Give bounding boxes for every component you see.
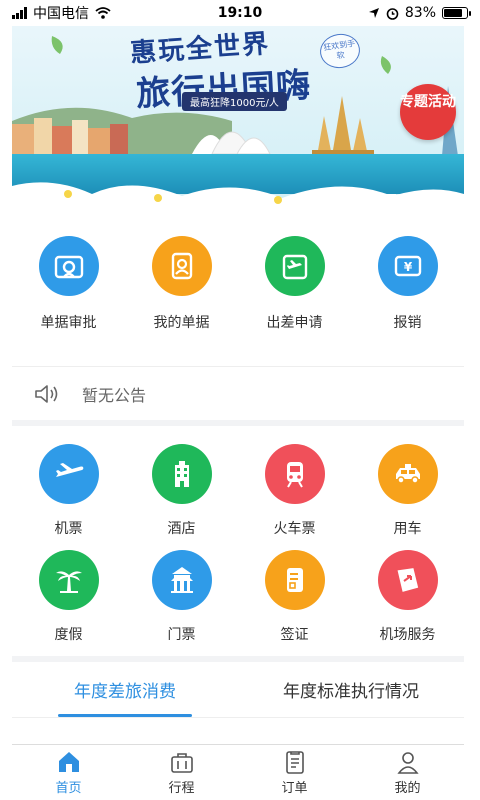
carrier-label: 中国电信 [33, 6, 89, 22]
banner-tag: 专题活动 [400, 84, 456, 140]
service-car[interactable]: 用车 [351, 444, 464, 550]
wifi-icon [95, 7, 111, 19]
service-train-label: 火车票 [273, 521, 316, 537]
nav-profile-label: 我的 [394, 781, 421, 796]
tab-annual-travel-spend[interactable]: 年度差旅消费 [12, 662, 238, 717]
temple-icon [151, 550, 212, 610]
service-vacation[interactable]: 度假 [12, 550, 125, 656]
quick-reimbursement-label: 报销 [393, 315, 422, 331]
service-tickets[interactable]: 门票 [125, 550, 238, 656]
signal-icon [12, 7, 27, 19]
stats-tabs: 年度差旅消费 年度标准执行情况 [12, 662, 464, 718]
quick-business-trip[interactable]: 出差申请 [238, 236, 351, 366]
battery-percent: 83% [404, 5, 436, 21]
location-icon [368, 8, 379, 18]
quick-my-documents-label: 我的单据 [153, 315, 210, 331]
service-tickets-label: 门票 [167, 627, 196, 643]
airplane-icon [38, 444, 99, 504]
nav-itinerary[interactable]: 行程 [125, 745, 238, 800]
visa-icon [264, 550, 325, 610]
nav-orders[interactable]: 订单 [238, 745, 351, 800]
nav-home[interactable]: 首页 [12, 745, 125, 800]
airport-service-icon [377, 550, 438, 610]
train-icon [264, 444, 325, 504]
service-hotel-label: 酒店 [167, 521, 196, 537]
reimbursement-icon: ¥ [377, 236, 438, 296]
service-car-label: 用车 [393, 521, 422, 537]
quick-my-documents[interactable]: 我的单据 [125, 236, 238, 366]
service-flight-label: 机票 [54, 521, 83, 537]
svg-text:¥: ¥ [403, 260, 412, 274]
status-bar: 中国电信 19:10 83% [0, 0, 480, 26]
profile-icon [396, 752, 419, 774]
service-hotel[interactable]: 酒店 [125, 444, 238, 550]
my-document-icon [151, 236, 212, 296]
notice-bar[interactable]: 暂无公告 [12, 366, 464, 420]
taxi-icon [377, 444, 438, 504]
approval-icon [38, 236, 99, 296]
quick-actions: 单据审批 我的单据 出差申请 ¥ 报销 [12, 216, 464, 366]
notice-text: 暂无公告 [82, 385, 147, 405]
quick-reimbursement[interactable]: ¥ 报销 [351, 236, 464, 366]
quick-business-trip-label: 出差申请 [266, 315, 323, 331]
service-visa-label: 签证 [280, 627, 309, 643]
alarm-icon [386, 7, 399, 20]
service-vacation-label: 度假 [54, 627, 83, 643]
service-airport[interactable]: 机场服务 [351, 550, 464, 656]
nav-itinerary-label: 行程 [168, 781, 195, 796]
service-flight[interactable]: 机票 [12, 444, 125, 550]
service-visa[interactable]: 签证 [238, 550, 351, 656]
quick-approval[interactable]: 单据审批 [12, 236, 125, 366]
promo-banner[interactable]: 惠玩全世界 旅行出国嗨 狂欢到手软 最高狂降1000元/人 专题活动 [12, 26, 464, 216]
palm-tree-icon [38, 550, 99, 610]
home-icon [58, 752, 79, 772]
bottom-nav: 首页 行程 订单 我的 [12, 744, 464, 800]
tab-annual-standard-compliance[interactable]: 年度标准执行情况 [238, 662, 464, 717]
banner-price: 最高狂降1000元/人 [182, 92, 287, 111]
suitcase-icon [170, 753, 193, 773]
hotel-icon [151, 444, 212, 504]
order-icon [285, 751, 304, 774]
nav-home-label: 首页 [55, 781, 82, 796]
nav-orders-label: 订单 [281, 781, 308, 796]
battery-icon [442, 7, 471, 19]
speaker-icon [35, 384, 58, 403]
service-airport-label: 机场服务 [379, 627, 436, 643]
quick-approval-label: 单据审批 [40, 315, 97, 331]
services-grid: 机票 酒店 火车票 用车 度假 门票 签证 机场服务 [12, 426, 464, 656]
service-train[interactable]: 火车票 [238, 444, 351, 550]
nav-profile[interactable]: 我的 [351, 745, 464, 800]
business-trip-icon [264, 236, 325, 296]
